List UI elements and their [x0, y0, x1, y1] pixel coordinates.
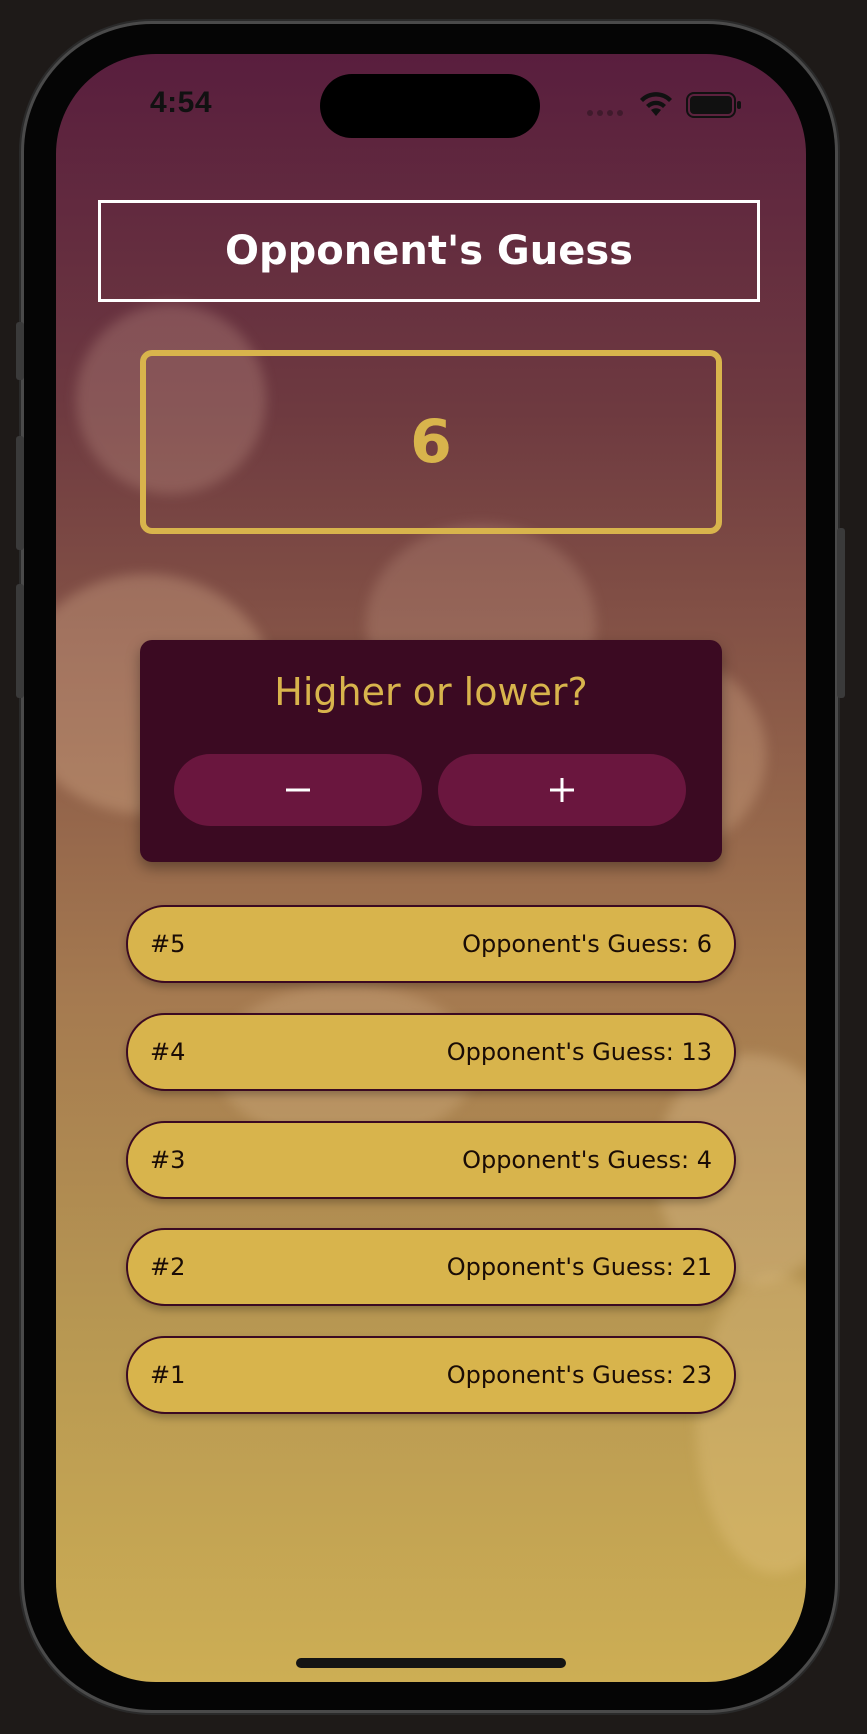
plus-icon — [550, 778, 574, 802]
current-guess-box: 6 — [140, 350, 722, 534]
dynamic-island — [320, 74, 540, 138]
guess-log-text: Opponent's Guess: 6 — [462, 930, 712, 958]
guess-log-text: Opponent's Guess: 4 — [462, 1146, 712, 1174]
higher-button[interactable] — [438, 754, 686, 826]
current-guess-value: 6 — [410, 407, 452, 477]
minus-icon — [286, 788, 310, 792]
guess-log-item: #4 Opponent's Guess: 13 — [126, 1013, 736, 1091]
higher-lower-card: Higher or lower? — [140, 640, 722, 862]
guess-round-number: #3 — [150, 1146, 186, 1174]
guess-log-item: #1 Opponent's Guess: 23 — [126, 1336, 736, 1414]
guess-log-text: Opponent's Guess: 13 — [446, 1038, 712, 1066]
higher-lower-prompt: Higher or lower? — [274, 670, 588, 714]
guess-round-number: #2 — [150, 1253, 186, 1281]
volume-down-button — [16, 584, 24, 698]
home-indicator[interactable] — [296, 1658, 566, 1668]
guess-log-item: #2 Opponent's Guess: 21 — [126, 1228, 736, 1306]
page-title-box: Opponent's Guess — [98, 200, 760, 302]
page-title: Opponent's Guess — [225, 228, 633, 274]
volume-up-button — [16, 436, 24, 550]
status-time: 4:54 — [150, 86, 213, 119]
wifi-icon — [640, 92, 672, 116]
guess-round-number: #5 — [150, 930, 186, 958]
cellular-signal-icon — [587, 110, 623, 116]
guess-log-item: #5 Opponent's Guess: 6 — [126, 905, 736, 983]
guess-round-number: #1 — [150, 1361, 186, 1389]
guess-round-number: #4 — [150, 1038, 186, 1066]
guess-log-text: Opponent's Guess: 21 — [446, 1253, 712, 1281]
action-button — [16, 322, 24, 380]
power-button — [837, 528, 845, 698]
lower-button[interactable] — [174, 754, 422, 826]
battery-icon — [686, 92, 741, 118]
guess-log-item: #3 Opponent's Guess: 4 — [126, 1121, 736, 1199]
dice-background — [696, 1274, 806, 1574]
guess-log-text: Opponent's Guess: 23 — [446, 1361, 712, 1389]
